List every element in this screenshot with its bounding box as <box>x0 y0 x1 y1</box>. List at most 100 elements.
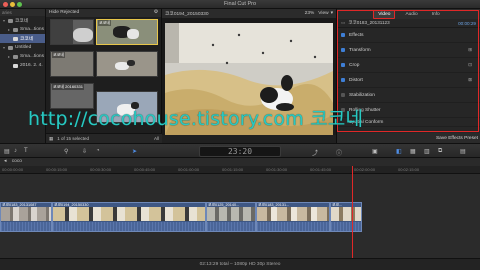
smart-collections-item[interactable]: ▸ Sma...tions <box>0 25 45 34</box>
enable-checkbox[interactable] <box>341 93 345 97</box>
section-label: Crop <box>349 62 360 68</box>
viewer-clip-name: 코코0194_20150330 <box>165 12 209 17</box>
audio-waveform <box>257 222 329 231</box>
clip-label: 코코네 20160331 <box>52 84 84 90</box>
tab-info[interactable]: Info <box>428 11 444 18</box>
audio-waveform <box>207 222 255 231</box>
audio-waveform <box>53 222 205 231</box>
smart-collections-item[interactable]: ▸ Sma...tions <box>0 52 45 61</box>
enable-checkbox[interactable] <box>341 48 345 52</box>
select-tool-icon[interactable]: ➤ <box>132 148 137 155</box>
ruler-tick: 00:01:45:00 <box>310 167 332 172</box>
clip-thumbnail[interactable] <box>96 51 158 77</box>
ruler-tick: 00:02:00:00 <box>354 167 376 172</box>
clip-appearance-icon[interactable]: ▦ <box>49 136 53 142</box>
distort-onscreen-icon[interactable]: ⊠ <box>468 77 472 83</box>
timeline-clip[interactable]: 코코0194_20150330 <box>52 202 206 232</box>
clip-thumbnail-selected[interactable]: 코코네 <box>96 19 158 45</box>
library-item-label: 코코네 <box>15 19 29 24</box>
timeline-header: ◂ coco <box>0 158 480 166</box>
section-label: Effects <box>349 32 364 38</box>
camera-icon[interactable]: ▣ <box>372 148 378 155</box>
photos-audio-icon[interactable]: ♪ <box>14 148 17 154</box>
enable-checkbox[interactable] <box>341 78 345 82</box>
timeline-ruler[interactable]: 00:00:00:00 00:00:15:00 00:00:30:00 00:0… <box>0 166 480 174</box>
zoom-popup[interactable]: 23% <box>305 11 315 16</box>
audio-waveform <box>331 222 361 231</box>
ruler-tick: 00:01:30:00 <box>266 167 288 172</box>
primary-storyline: 코코0183_20131087 코코0194_20150330 코코0125_2… <box>0 202 480 232</box>
enable-checkbox[interactable] <box>341 63 345 67</box>
event-star-icon <box>13 36 18 41</box>
view-menu[interactable]: View <box>318 11 328 16</box>
timeline-back-icon[interactable]: ◂ <box>4 159 6 164</box>
clip-name: 코코0125_20140... <box>208 203 240 207</box>
dashboard-timecode[interactable]: 23:20 <box>199 146 281 157</box>
share-icon[interactable]: ⤴ <box>312 148 318 157</box>
clip-name: 코코0183_20131... <box>258 203 290 207</box>
timeline-clip[interactable]: 코코0125_20140... <box>206 202 256 232</box>
filter-popup[interactable]: Hide Rejected <box>49 10 79 16</box>
inspector-clip-header: ▭ 코코0183_20131123 00:00:29 <box>337 19 480 28</box>
clip-label: 코코네 <box>52 52 66 58</box>
timeline-clip[interactable]: 코코... <box>330 202 362 232</box>
generators-icon[interactable]: ▥ <box>424 148 430 155</box>
ruler-tick: 00:01:00:00 <box>178 167 200 172</box>
photos-browser-icon[interactable]: ▦ <box>410 148 416 155</box>
playhead[interactable] <box>352 166 353 258</box>
library-item[interactable]: ▾ Untitled <box>0 43 45 52</box>
library-item-label: 2016. 2. 4. <box>20 63 43 68</box>
film-icon: ▭ <box>341 20 346 25</box>
selection-status: 1 of 15 selected <box>57 136 90 141</box>
transform-onscreen-icon[interactable]: ⊞ <box>468 47 472 53</box>
browser-header: Hide Rejected ⚙ <box>46 9 161 17</box>
ruler-tick: 00:00:45:00 <box>134 167 156 172</box>
save-effects-preset-button[interactable]: Save Effects Preset <box>436 136 478 141</box>
section-effects[interactable]: Effects <box>337 28 480 43</box>
library-item[interactable]: ▾ 코코네 <box>0 16 45 25</box>
timeline[interactable]: 코코0183_20131087 코코0194_20150330 코코0125_2… <box>0 174 480 258</box>
watermark: http://cocohouse.tistory.com 코코네 <box>28 108 364 130</box>
section-stabilization[interactable]: Stabilization <box>337 88 480 103</box>
clip-thumbnail[interactable]: 코코네 <box>50 51 94 77</box>
timeline-status: 02:13:29 total – 1080p HD 30p Stereo <box>0 258 480 270</box>
clip-name: 코코0194_20150330 <box>54 203 89 207</box>
enable-checkbox[interactable] <box>341 33 345 37</box>
event-item-selected[interactable]: 코코네 <box>0 34 45 43</box>
section-label: Stabilization <box>349 92 375 98</box>
ruler-tick: 00:01:15:00 <box>222 167 244 172</box>
clip-thumbnail[interactable] <box>50 19 94 45</box>
browser-settings-icon[interactable]: ⚙ <box>154 10 158 16</box>
themes-icon[interactable]: ▤ <box>460 148 466 155</box>
filter-all-popup[interactable]: All <box>154 136 159 141</box>
crop-onscreen-icon[interactable]: ⊡ <box>468 62 472 68</box>
library-icon <box>8 45 13 50</box>
clip-name: 코코0183_20131087 <box>2 203 37 207</box>
section-crop[interactable]: Crop ⊡ <box>337 58 480 73</box>
ruler-tick: 00:00:30:00 <box>90 167 112 172</box>
timeline-clip[interactable]: 코코0183_20131087 <box>0 202 52 232</box>
audio-waveform <box>1 222 51 231</box>
timeline-clip[interactable]: 코코0183_20131... <box>256 202 330 232</box>
titles-icon[interactable]: T <box>24 148 28 154</box>
background-tasks-icon[interactable]: ◔ <box>96 148 100 154</box>
viewer-header: 코코0194_20150330 23% View ▾ <box>162 9 336 18</box>
section-transform[interactable]: Transform ⊞ <box>337 43 480 58</box>
libraries-toggle-icon[interactable]: ▤ <box>4 148 10 155</box>
viewer-footer <box>162 135 336 143</box>
browser-footer: ▦ 1 of 15 selected All <box>46 133 162 143</box>
tab-video[interactable]: Video <box>373 9 396 19</box>
section-distort[interactable]: Distort ⊠ <box>337 73 480 88</box>
transitions-icon[interactable]: ⧉ <box>438 148 442 155</box>
event-item[interactable]: 2016. 2. 4. <box>0 61 45 70</box>
import-icon[interactable]: ⇩ <box>82 148 87 155</box>
tab-audio[interactable]: Audio <box>401 11 421 18</box>
chevron-down-icon[interactable]: ▾ <box>331 11 333 16</box>
library-icon <box>8 18 13 23</box>
keyword-icon[interactable]: ⚲ <box>64 148 68 155</box>
ruler-tick: 00:00:15:00 <box>46 167 68 172</box>
clip-name: 코코... <box>332 203 343 207</box>
inspector-tabs: Video Audio Info <box>337 9 480 19</box>
inspector-toggle-icon[interactable]: ⓘ <box>336 148 342 157</box>
effects-browser-icon[interactable]: ◧ <box>396 148 402 155</box>
